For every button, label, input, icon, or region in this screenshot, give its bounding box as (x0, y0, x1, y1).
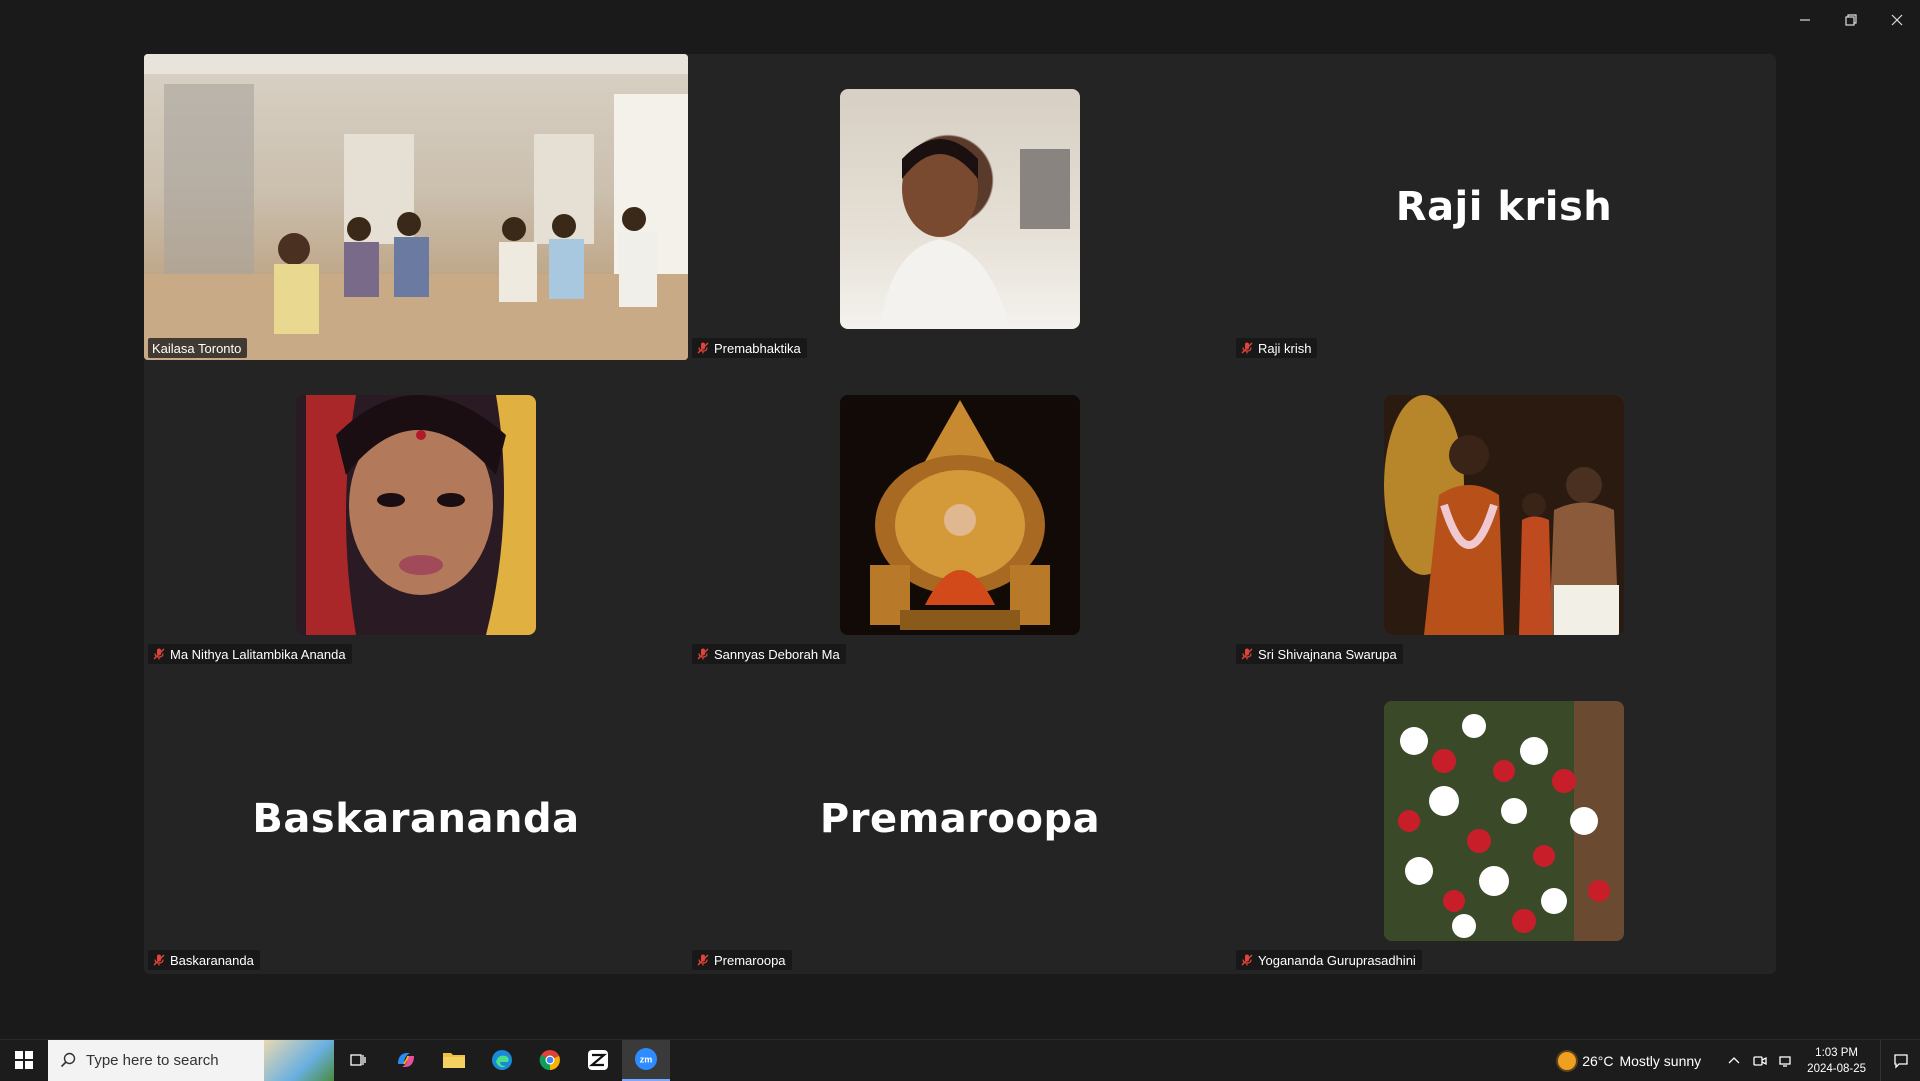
avatar-photo (1384, 395, 1624, 635)
participant-tile-sri-shivajnana[interactable]: Sri Shivajnana Swarupa (1232, 360, 1776, 666)
room-video-frame (144, 54, 688, 360)
file-explorer-button[interactable] (430, 1040, 478, 1081)
participant-name: Baskarananda (170, 953, 254, 968)
restore-icon (1845, 14, 1857, 26)
zoom-button[interactable]: zm (622, 1040, 670, 1081)
weather-temperature: 26°C (1582, 1053, 1613, 1069)
participant-tile-baskarananda[interactable]: Baskarananda Baskarananda (144, 666, 688, 972)
avatar-photo (840, 395, 1080, 635)
chevron-up-icon[interactable] (1727, 1054, 1741, 1068)
minimize-button[interactable] (1782, 0, 1828, 40)
restore-button[interactable] (1828, 0, 1874, 40)
participant-tile-sannyas-deborah[interactable]: Sannyas Deborah Ma (688, 360, 1232, 666)
participant-name: Sannyas Deborah Ma (714, 647, 840, 662)
gallery-view-grid: Kailasa Toronto Premabhaktika Raji kri (144, 54, 1776, 974)
participant-tile-premaroopa[interactable]: Premaroopa Premaroopa (688, 666, 1232, 972)
participant-display-name: Premaroopa (688, 666, 1232, 972)
tray-icons (1727, 1054, 1793, 1068)
muted-microphone-icon (152, 647, 166, 661)
participant-name: Yogananda Guruprasadhini (1258, 953, 1416, 968)
participant-tile-ma-nithya[interactable]: Ma Nithya Lalitambika Ananda (144, 360, 688, 666)
chrome-button[interactable] (526, 1040, 574, 1081)
participant-name-label: Ma Nithya Lalitambika Ananda (148, 644, 352, 664)
participant-avatar (296, 395, 536, 635)
participant-avatar (1384, 701, 1624, 941)
participant-name: Ma Nithya Lalitambika Ananda (170, 647, 346, 662)
participant-name-label: Baskarananda (148, 950, 260, 970)
chrome-icon (538, 1048, 562, 1072)
search-icon (60, 1052, 76, 1068)
participant-display-name: Baskarananda (144, 666, 688, 972)
participant-tile-raji-krish[interactable]: Raji krish Raji krish (1232, 54, 1776, 360)
participant-name: Sri Shivajnana Swarupa (1258, 647, 1397, 662)
participant-name-label: Kailasa Toronto (148, 338, 247, 358)
participant-name-label: Premabhaktika (692, 338, 807, 358)
capcut-button[interactable] (574, 1040, 622, 1081)
participant-tile-kailasa-toronto[interactable]: Kailasa Toronto (144, 54, 688, 360)
participant-name: Raji krish (1258, 341, 1311, 356)
avatar-photo (1384, 701, 1624, 941)
clock-date: 2024-08-25 (1807, 1061, 1866, 1077)
weather-condition: Mostly sunny (1619, 1053, 1701, 1069)
search-highlight-image (264, 1040, 334, 1081)
task-view-icon (349, 1051, 367, 1069)
participant-name-label: Premaroopa (692, 950, 792, 970)
muted-microphone-icon (1240, 341, 1254, 355)
avatar-photo (296, 395, 536, 635)
weather-widget[interactable]: 26°C Mostly sunny (1558, 1052, 1701, 1070)
start-button[interactable] (0, 1040, 48, 1081)
participant-tile-yogananda[interactable]: Yogananda Guruprasadhini (1232, 666, 1776, 972)
muted-microphone-icon (1240, 953, 1254, 967)
taskbar-search-box[interactable]: Type here to search (48, 1040, 334, 1081)
svg-text:zm: zm (640, 1055, 653, 1065)
network-icon[interactable] (1779, 1054, 1793, 1068)
zoom-meeting-window: Kailasa Toronto Premabhaktika Raji kri (0, 0, 1920, 1039)
participant-name-label: Sannyas Deborah Ma (692, 644, 846, 664)
minimize-icon (1799, 14, 1811, 26)
task-view-button[interactable] (334, 1040, 382, 1081)
avatar-photo (840, 89, 1080, 329)
participant-name-label: Yogananda Guruprasadhini (1236, 950, 1422, 970)
participant-name-label: Raji krish (1236, 338, 1317, 358)
muted-microphone-icon (696, 953, 710, 967)
copilot-icon (394, 1048, 418, 1072)
system-tray: 26°C Mostly sunny 1:03 PM 2024-08-25 (1558, 1040, 1920, 1081)
capcut-icon (587, 1049, 609, 1071)
window-controls (1782, 0, 1920, 40)
search-placeholder: Type here to search (86, 1052, 219, 1069)
edge-icon (490, 1048, 514, 1072)
notification-center-button[interactable] (1880, 1040, 1920, 1081)
muted-microphone-icon (696, 341, 710, 355)
participant-name-label: Sri Shivajnana Swarupa (1236, 644, 1403, 664)
windows-logo-icon (15, 1051, 33, 1069)
close-button[interactable] (1874, 0, 1920, 40)
meet-now-icon[interactable] (1753, 1054, 1767, 1068)
notification-icon (1893, 1053, 1909, 1069)
clock-time: 1:03 PM (1807, 1045, 1866, 1061)
participant-name: Kailasa Toronto (152, 341, 241, 356)
sunny-weather-icon (1558, 1052, 1576, 1070)
participant-avatar (840, 89, 1080, 329)
participant-video (144, 54, 688, 360)
muted-microphone-icon (152, 953, 166, 967)
windows-taskbar: Type here to search zm 26°C Mostly sunny (0, 1039, 1920, 1080)
close-icon (1891, 14, 1903, 26)
participant-display-name: Raji krish (1232, 54, 1776, 360)
edge-button[interactable] (478, 1040, 526, 1081)
file-explorer-icon (442, 1050, 466, 1070)
taskbar-clock[interactable]: 1:03 PM 2024-08-25 (1807, 1045, 1866, 1077)
participant-name: Premaroopa (714, 953, 786, 968)
participant-avatar (1384, 395, 1624, 635)
muted-microphone-icon (1240, 647, 1254, 661)
participant-tile-premabhaktika[interactable]: Premabhaktika (688, 54, 1232, 360)
participant-name: Premabhaktika (714, 341, 801, 356)
zoom-icon: zm (634, 1047, 658, 1071)
muted-microphone-icon (696, 647, 710, 661)
copilot-button[interactable] (382, 1040, 430, 1081)
participant-avatar (840, 395, 1080, 635)
